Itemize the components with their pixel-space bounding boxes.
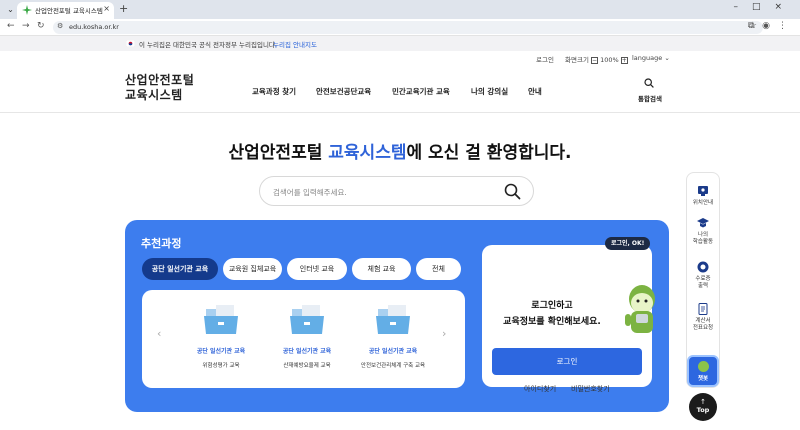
carousel-prev-icon[interactable]: ‹ — [157, 327, 161, 340]
quick-certificate[interactable]: 수료증 출력 — [687, 261, 719, 290]
zoom-in-button[interactable]: + — [620, 56, 628, 64]
chatbot-mascot-icon — [698, 361, 709, 372]
course-card[interactable]: 공단 일선기관 교육 안전보건관리체계 구축 교육 — [351, 305, 435, 369]
search-placeholder: 검색어를 입력해주세요. — [273, 188, 347, 197]
util-login-link[interactable]: 로그인 — [536, 54, 554, 64]
tab-search-icon[interactable]: ⌄ — [4, 3, 17, 16]
url-field[interactable]: ⚙ edu.kosha.or.kr ☆ — [53, 21, 763, 34]
course-name: 위험성평가 교육 — [202, 363, 240, 369]
quick-my-learning[interactable]: 나의 학습활동 — [687, 217, 719, 246]
url-text: edu.kosha.or.kr — [69, 23, 119, 31]
find-password-link[interactable]: 비밀번호찾기 — [571, 384, 610, 394]
invoice-icon — [698, 303, 708, 315]
logo-line1: 산업안전포털 — [125, 73, 195, 87]
nav-course-search[interactable]: 교육과정 찾기 — [252, 86, 296, 97]
hero-title: 산업안전포털 교육시스템에 오신 걸 환영합니다. — [0, 138, 800, 163]
login-prompt-line1: 로그인하고 — [531, 301, 573, 311]
course-card[interactable]: 공단 일선기관 교육 산재예방요율제 교육 — [265, 305, 349, 369]
korea-flag-icon — [126, 40, 135, 47]
find-id-link[interactable]: 아이디찾기 — [524, 384, 556, 394]
tab-kosha-local[interactable]: 공단 일선기관 교육 — [142, 258, 218, 280]
forward-icon[interactable]: → — [22, 21, 30, 31]
integrated-search-link[interactable]: 통합검색 — [638, 93, 662, 103]
site-info-icon[interactable]: ⚙ — [57, 22, 63, 30]
window-controls[interactable]: –□× — [733, 2, 796, 12]
gov-guide-link[interactable]: 누리집 안내지도 — [273, 39, 317, 49]
login-prompt-line2: 교육정보를 확인해보세요. — [503, 317, 601, 327]
nav-private-education[interactable]: 민간교육기관 교육 — [392, 86, 450, 97]
arrow-up-icon: ↑ — [700, 398, 706, 406]
reload-icon[interactable]: ↻ — [37, 21, 45, 31]
close-tab-icon[interactable]: × — [103, 4, 110, 13]
recommend-panel: 추천과정 공단 일선기관 교육 교육원 집체교육 인터넷 교육 체험 교육 전체… — [125, 220, 669, 412]
login-button[interactable]: 로그인 — [492, 348, 642, 375]
tab-title: 산업안전포털 교육시스템 — [35, 7, 103, 15]
quick-label: 전표요청 — [692, 325, 714, 331]
tab-internet[interactable]: 인터넷 교육 — [287, 258, 347, 280]
graduation-cap-icon — [697, 218, 709, 228]
quick-label: 나의 — [697, 232, 709, 238]
recommend-title: 추천과정 — [141, 237, 182, 250]
chatbot-label: 챗봇 — [697, 376, 709, 382]
nav-guide[interactable]: 안내 — [528, 86, 542, 97]
location-icon — [698, 186, 708, 196]
login-box: 로그인하고 교육정보를 확인해보세요. 로그인 아이디찾기 비밀번호찾기 — [482, 245, 655, 393]
nav-kosha-education[interactable]: 안전보건공단교육 — [316, 86, 371, 97]
kosha-favicon-icon — [22, 5, 32, 15]
hero-title-highlight: 교육시스템 — [328, 143, 407, 163]
browser-toolbar-icons[interactable]: ⧉◉⋮ — [748, 21, 795, 31]
course-category: 공단 일선기관 교육 — [282, 348, 332, 355]
nav-my-classroom[interactable]: 나의 강의실 — [471, 86, 508, 97]
gov-banner-text: 이 누리집은 대한민국 공식 전자정부 누리집입니다. — [139, 41, 277, 49]
quick-invoice[interactable]: 계산서 전표요청 — [687, 303, 719, 332]
course-category: 공단 일선기관 교육 — [368, 348, 418, 355]
course-name: 산재예방요율제 교육 — [283, 363, 331, 369]
hero-title-pre: 산업안전포털 — [228, 143, 329, 163]
tab-experience[interactable]: 체험 교육 — [352, 258, 411, 280]
header-divider — [0, 112, 800, 113]
quick-location[interactable]: 위치안내 — [687, 185, 719, 207]
quick-label: 학습활동 — [692, 239, 714, 245]
tab-all[interactable]: 전체 — [416, 258, 461, 280]
logo-line2: 교육시스템 — [125, 88, 183, 102]
quick-label: 수료증 — [695, 276, 711, 282]
zoom-out-button[interactable]: − — [591, 56, 598, 64]
tab-training-center[interactable]: 교육원 집체교육 — [223, 258, 282, 280]
main-search-input[interactable]: 검색어를 입력해주세요. — [259, 176, 534, 206]
zoom-value: 100% — [600, 56, 619, 64]
search-submit-icon[interactable] — [504, 183, 521, 200]
folder-icon — [204, 305, 238, 334]
zoom-label: 화면크기 — [565, 56, 589, 64]
carousel-next-icon[interactable]: › — [442, 327, 446, 340]
quick-label: 출력 — [697, 283, 709, 289]
search-icon[interactable] — [644, 78, 654, 88]
scroll-top-button[interactable]: ↑ Top — [689, 393, 717, 421]
browser-tab[interactable]: 산업안전포털 교육시스템 × — [17, 2, 114, 19]
course-name: 안전보건관리체계 구축 교육 — [360, 363, 426, 369]
course-card[interactable]: 공단 일선기관 교육 위험성평가 교육 — [179, 305, 263, 369]
course-category: 공단 일선기관 교육 — [196, 348, 246, 355]
hero-title-post: 에 오신 걸 환영합니다. — [406, 143, 572, 163]
gov-banner: 이 누리집은 대한민국 공식 전자정부 누리집입니다. 누리집 안내지도 — [0, 36, 800, 51]
language-select[interactable]: language ⌄ — [632, 54, 670, 62]
quick-label: 위치안내 — [692, 200, 714, 206]
back-icon[interactable]: ← — [7, 21, 15, 31]
folder-icon — [376, 305, 410, 334]
chevron-down-icon: ⌄ — [664, 54, 670, 62]
login-ok-badge: 로그인, OK! — [605, 237, 651, 250]
folder-icon — [290, 305, 324, 334]
zoom-control: 화면크기 − 100% + — [565, 54, 628, 64]
browser-address-bar: ← → ↻ ⚙ edu.kosha.or.kr ☆ ⧉◉⋮ — [0, 19, 800, 36]
new-tab-icon[interactable]: + — [119, 2, 128, 15]
chatbot-button[interactable]: 챗봇 — [687, 355, 719, 387]
site-logo[interactable]: 산업안전포털 교육시스템 — [125, 73, 194, 103]
course-carousel: ‹ › 공단 일선기관 교육 위험성평가 교육 공단 일선기관 교육 산재예방요… — [142, 290, 465, 388]
mascot-character-icon — [625, 285, 655, 333]
certificate-icon — [697, 261, 709, 273]
scroll-top-label: Top — [696, 406, 710, 414]
browser-tabbar: ⌄ 산업안전포털 교육시스템 × + –□× — [0, 0, 800, 19]
quick-label: 계산서 — [695, 318, 711, 324]
language-label: language — [632, 54, 663, 62]
